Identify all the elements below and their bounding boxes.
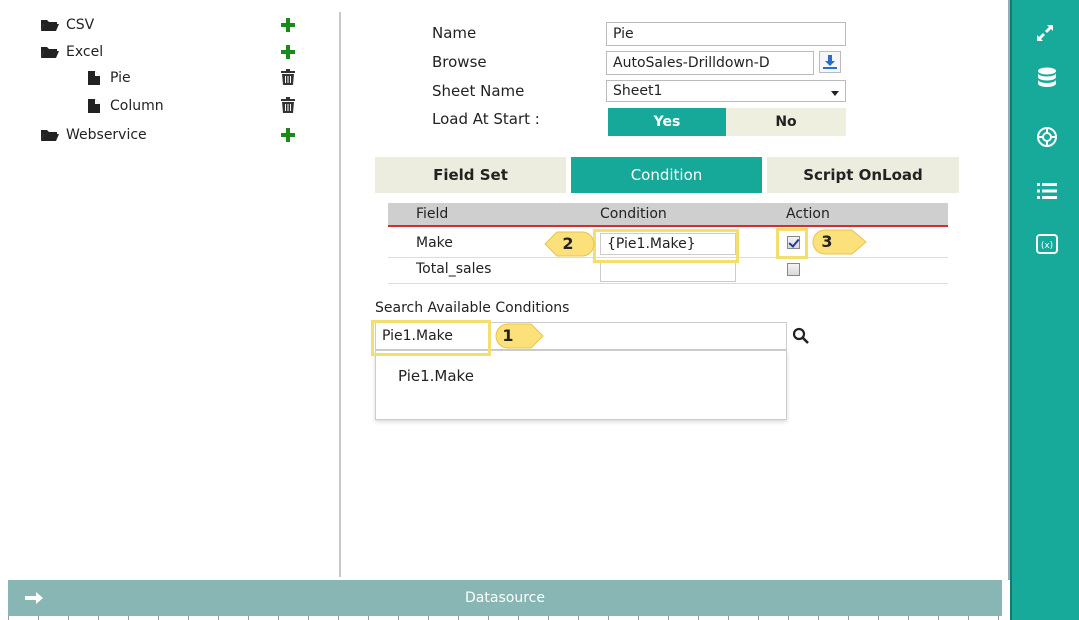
expand-icon[interactable] — [1036, 24, 1054, 42]
right-toolbar: (x) — [1010, 0, 1079, 620]
add-icon[interactable] — [281, 17, 295, 33]
tree-item-label: Column — [110, 98, 164, 114]
datasource-tree: CSV Excel Pie Column Webservice — [8, 0, 338, 580]
action-checkbox-total-sales[interactable] — [787, 263, 800, 276]
add-icon[interactable] — [281, 127, 295, 143]
tree-item-pie[interactable]: Pie — [88, 67, 131, 89]
upload-button[interactable] — [819, 51, 841, 73]
tree-item-webservice[interactable]: Webservice — [40, 124, 147, 146]
search-icon[interactable] — [792, 327, 810, 345]
highlight-box-condition — [593, 229, 739, 263]
trash-icon[interactable] — [281, 97, 295, 113]
formula-icon[interactable]: (x) — [1035, 232, 1059, 256]
column-header-action: Action — [786, 206, 830, 222]
browse-label: Browse — [432, 53, 487, 71]
footer-title: Datasource — [465, 590, 545, 606]
globe-settings-icon[interactable] — [1035, 125, 1059, 149]
condition-grid-header: Field Condition Action — [388, 203, 948, 227]
file-icon — [88, 99, 100, 113]
callout-1: 1 — [495, 323, 545, 349]
condition-input-total-sales[interactable] — [600, 260, 736, 282]
sheet-name-select[interactable]: Sheet1 — [606, 80, 846, 102]
footer-ruler — [8, 616, 1002, 620]
row-field-make: Make — [416, 235, 453, 251]
tree-item-label: Excel — [66, 44, 104, 60]
sheet-name-label: Sheet Name — [432, 82, 525, 100]
row-field-total-sales: Total_sales — [416, 261, 492, 277]
folder-open-icon — [40, 45, 60, 59]
callout-number: 1 — [502, 326, 514, 345]
tab-script-onload[interactable]: Script OnLoad — [767, 157, 959, 193]
callout-number: 3 — [821, 232, 833, 251]
tab-field-set[interactable]: Field Set — [375, 157, 566, 193]
list-icon[interactable] — [1035, 179, 1059, 203]
trash-icon[interactable] — [281, 69, 295, 85]
folder-open-icon — [40, 128, 60, 142]
tree-item-label: CSV — [66, 17, 95, 33]
row-divider — [388, 283, 948, 284]
sheet-name-value: Sheet1 — [613, 83, 663, 99]
column-header-condition: Condition — [600, 206, 667, 222]
tab-condition[interactable]: Condition — [571, 157, 762, 193]
tree-item-label: Webservice — [66, 127, 147, 143]
load-no-toggle[interactable]: No — [726, 108, 846, 136]
file-icon — [88, 71, 100, 85]
tree-item-label: Pie — [110, 70, 131, 86]
load-yes-toggle[interactable]: Yes — [608, 108, 726, 136]
load-at-start-label: Load At Start : — [432, 110, 540, 128]
callout-2: 2 — [543, 231, 595, 257]
callout-number: 2 — [562, 234, 574, 253]
column-header-field: Field — [416, 206, 449, 222]
search-conditions-label: Search Available Conditions — [375, 300, 570, 316]
highlight-box-action — [776, 228, 808, 259]
name-label: Name — [432, 24, 477, 42]
panel-splitter[interactable] — [339, 12, 341, 577]
folder-open-icon — [40, 18, 60, 32]
tree-item-csv[interactable]: CSV — [40, 14, 94, 36]
svg-text:(x): (x) — [1041, 241, 1053, 251]
browse-input[interactable]: AutoSales-Drilldown-D — [606, 51, 814, 75]
database-icon[interactable] — [1035, 66, 1059, 90]
search-results-dropdown: Pie1.Make — [375, 350, 787, 420]
datasource-footer[interactable]: Datasource — [8, 580, 1002, 616]
callout-3: 3 — [812, 229, 868, 255]
search-result-item[interactable]: Pie1.Make — [398, 367, 474, 385]
app-root: CSV Excel Pie Column Webservice Name Pie… — [0, 0, 1079, 620]
highlight-box-search — [371, 320, 491, 356]
tree-item-excel[interactable]: Excel — [40, 41, 103, 63]
download-icon — [823, 55, 837, 69]
add-icon[interactable] — [281, 44, 295, 60]
tree-item-column[interactable]: Column — [88, 95, 164, 117]
chevron-down-icon — [831, 91, 839, 96]
name-input[interactable]: Pie — [606, 22, 846, 46]
